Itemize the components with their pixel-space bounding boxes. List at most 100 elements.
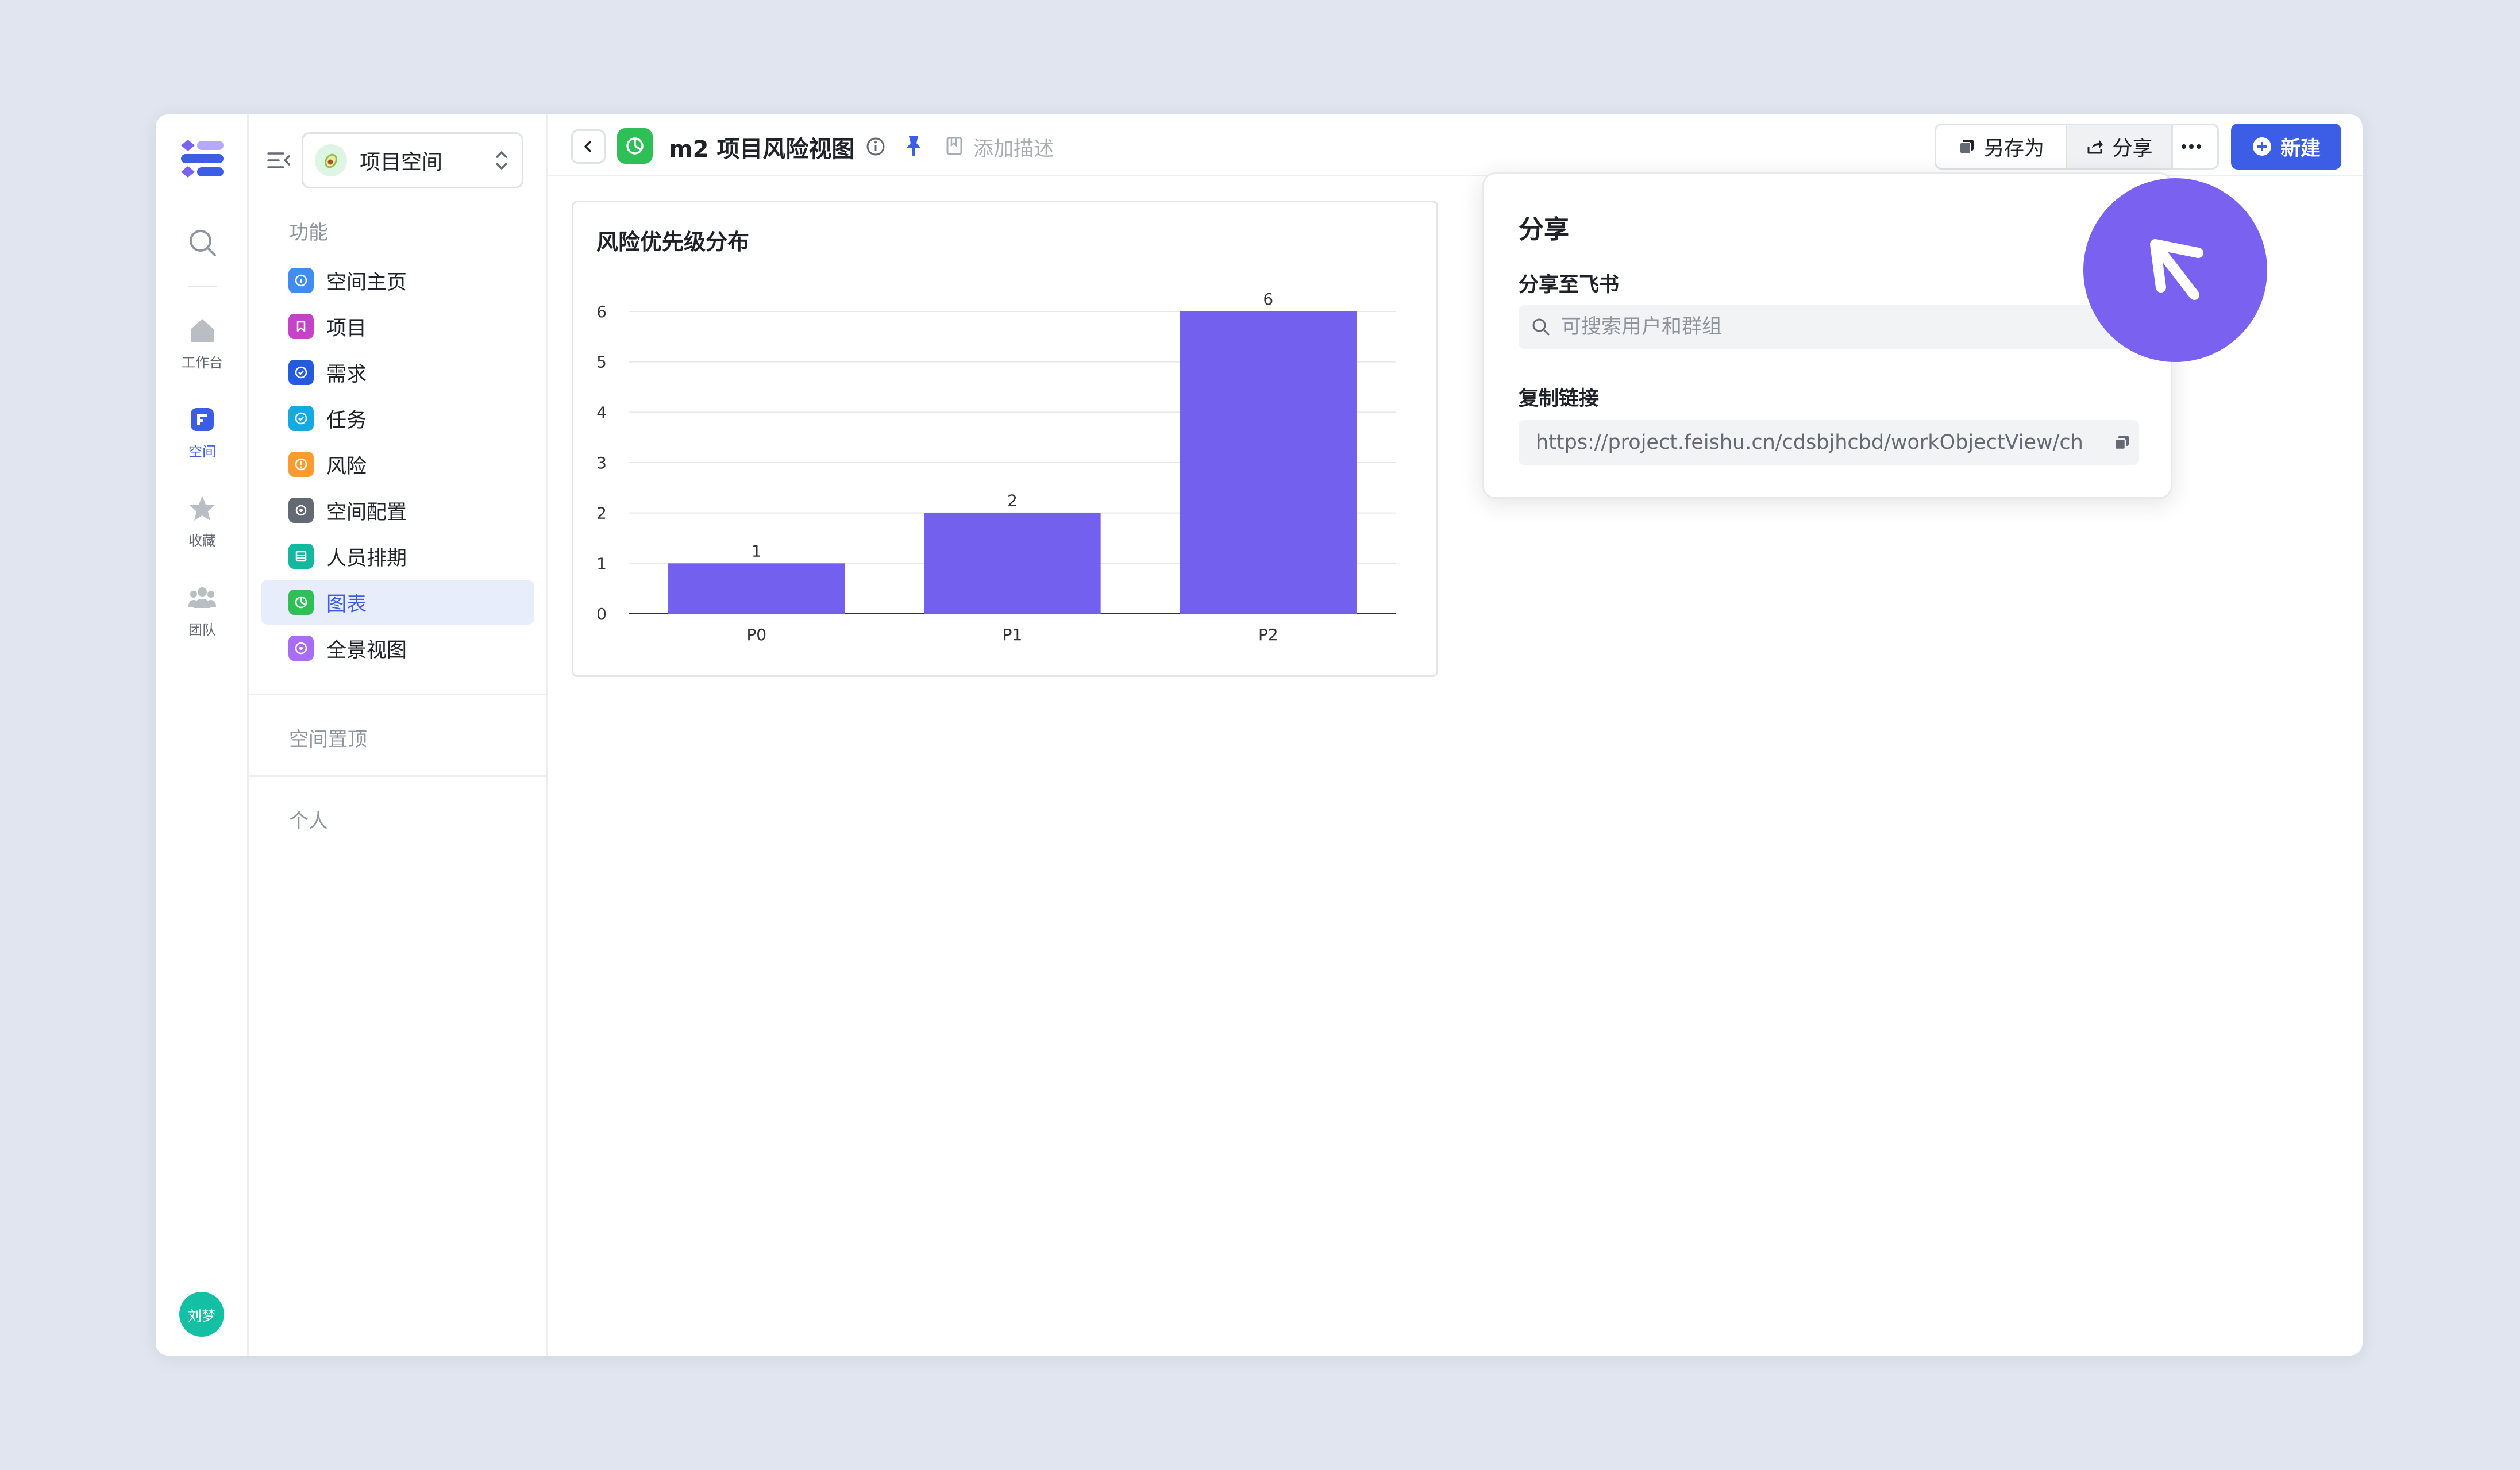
- rail-item-label: 工作台: [182, 355, 223, 371]
- schedule-icon: [288, 544, 314, 569]
- bar-chart: 0 1 2 3 4 5 6 1 P0 2 P1 6 P2: [596, 290, 1396, 644]
- user-search-input[interactable]: [1561, 315, 2078, 338]
- space-config-icon: [288, 498, 314, 523]
- sidebar-item-schedule[interactable]: 人员排期: [261, 534, 534, 579]
- chevron-updown-icon: [496, 151, 507, 170]
- avocado-icon: [325, 153, 337, 168]
- sidebar-divider: [249, 775, 546, 777]
- rail-item-label: 空间: [188, 444, 216, 460]
- risk-icon: [288, 452, 314, 477]
- space-sidebar: 项目空间 功能 空间主页 项目 需求 任务 风险 空间配置 人员排期 图表 全景…: [249, 114, 548, 1356]
- user-search-field[interactable]: [1519, 305, 2139, 349]
- info-icon[interactable]: [865, 136, 886, 157]
- sidebar-item-space-config[interactable]: 空间配置: [261, 488, 534, 533]
- more-button[interactable]: [2173, 125, 2217, 168]
- sidebar-item-label: 空间配置: [326, 501, 407, 524]
- avatar[interactable]: 刘梦: [179, 1292, 224, 1337]
- share-button[interactable]: 分享: [2067, 125, 2173, 168]
- chart-view-icon: [617, 128, 653, 164]
- collapse-sidebar-icon[interactable]: [266, 148, 291, 173]
- rail-item-favorites[interactable]: 收藏: [156, 494, 249, 563]
- sidebar-item-space-home[interactable]: 空间主页: [261, 258, 534, 303]
- space-name: 项目空间: [360, 151, 443, 174]
- view-header: m2 项目风险视图 添加描述 另存为 分享 新建: [548, 114, 2363, 176]
- team-icon: [188, 587, 216, 608]
- sidebar-divider: [249, 694, 546, 695]
- app-logo-icon[interactable]: [179, 138, 226, 179]
- cursor-highlight: [2083, 178, 2267, 362]
- rail-item-workbench[interactable]: 工作台: [156, 315, 249, 384]
- copy-link-button[interactable]: [2105, 425, 2139, 460]
- cursor-arrow-icon: [2150, 239, 2203, 300]
- sidebar-item-project[interactable]: 项目: [261, 304, 534, 349]
- new-label: 新建: [2280, 137, 2321, 160]
- panorama-icon: [288, 636, 314, 661]
- requirement-icon: [288, 360, 314, 385]
- sidebar-item-risk[interactable]: 风险: [261, 442, 534, 487]
- rail-item-team[interactable]: 团队: [156, 583, 249, 652]
- share-icon: [2087, 140, 2103, 154]
- sidebar-item-task[interactable]: 任务: [261, 396, 534, 441]
- star-icon: [190, 496, 215, 521]
- x-tick-label: P0: [746, 625, 766, 644]
- y-tick-label: 4: [596, 403, 607, 422]
- global-nav-rail: 工作台 空间 收藏 团队 刘梦: [156, 114, 249, 1356]
- app-window: 工作台 空间 收藏 团队 刘梦 项目空间 功能 空间主页 项目 需求 任务 风险…: [156, 114, 2363, 1356]
- back-button[interactable]: [571, 129, 606, 164]
- sidebar-item-label: 图表: [326, 592, 367, 616]
- data-label: 1: [752, 541, 762, 560]
- y-tick-label: 6: [596, 302, 607, 321]
- y-tick-label: 2: [596, 504, 607, 523]
- more-icon: [2181, 144, 2201, 149]
- chevron-left-icon: [584, 141, 591, 152]
- rail-item-space[interactable]: 空间: [156, 405, 249, 474]
- share-label: 分享: [2112, 137, 2153, 160]
- home-icon: [191, 319, 214, 342]
- y-tick-label: 0: [596, 605, 607, 624]
- pin-icon[interactable]: [902, 134, 925, 157]
- sidebar-item-label: 人员排期: [326, 547, 407, 570]
- share-popover: 分享 分享至飞书 复制链接 https://project.feishu.cn/…: [1482, 172, 2172, 499]
- popover-title: 分享: [1519, 215, 1569, 244]
- new-button[interactable]: 新建: [2231, 124, 2341, 170]
- data-label: 6: [1263, 290, 1273, 309]
- page-title: m2 项目风险视图: [669, 136, 855, 163]
- share-link-field[interactable]: https://project.feishu.cn/cdsbjhcbd/work…: [1519, 420, 2139, 465]
- sidebar-item-requirement[interactable]: 需求: [261, 350, 534, 395]
- y-tick-label: 3: [596, 453, 607, 472]
- project-icon: [288, 314, 314, 339]
- section-title-pinned[interactable]: 空间置顶: [289, 724, 367, 752]
- sidebar-item-label: 任务: [326, 409, 367, 432]
- data-label: 2: [1007, 491, 1018, 510]
- add-description-button[interactable]: 添加描述: [973, 133, 1054, 162]
- save-as-button[interactable]: 另存为: [1936, 125, 2067, 168]
- rail-item-label: 团队: [188, 622, 216, 638]
- section-title-features: 功能: [289, 221, 328, 244]
- share-link-url: https://project.feishu.cn/cdsbjhcbd/work…: [1536, 431, 2083, 454]
- space-home-icon: [288, 268, 314, 293]
- y-tick-label: 1: [596, 554, 607, 573]
- avatar-text: 刘梦: [188, 1307, 215, 1324]
- sidebar-item-label: 空间主页: [326, 271, 407, 294]
- search-icon[interactable]: [186, 226, 218, 259]
- section-title-personal[interactable]: 个人: [289, 805, 328, 833]
- space-avatar: [315, 144, 347, 176]
- plus-circle-icon: [2252, 137, 2271, 156]
- bar: [924, 513, 1101, 614]
- sidebar-item-chart[interactable]: 图表: [261, 580, 534, 625]
- bar: [668, 563, 845, 614]
- y-tick-label: 5: [596, 353, 607, 372]
- rail-item-label: 收藏: [188, 533, 216, 549]
- rail-divider: [188, 286, 217, 287]
- share-to-label: 分享至飞书: [1519, 274, 1620, 297]
- bar: [1180, 311, 1357, 614]
- sidebar-item-panorama[interactable]: 全景视图: [261, 626, 534, 671]
- x-tick-label: P2: [1258, 625, 1278, 644]
- sidebar-item-label: 风险: [326, 455, 367, 478]
- chart-icon: [288, 590, 314, 615]
- sidebar-item-label: 需求: [326, 363, 367, 386]
- x-tick-label: P1: [1003, 625, 1023, 644]
- space-icon: [191, 408, 214, 431]
- space-selector[interactable]: 项目空间: [302, 132, 523, 188]
- sidebar-item-label: 全景视图: [326, 638, 407, 662]
